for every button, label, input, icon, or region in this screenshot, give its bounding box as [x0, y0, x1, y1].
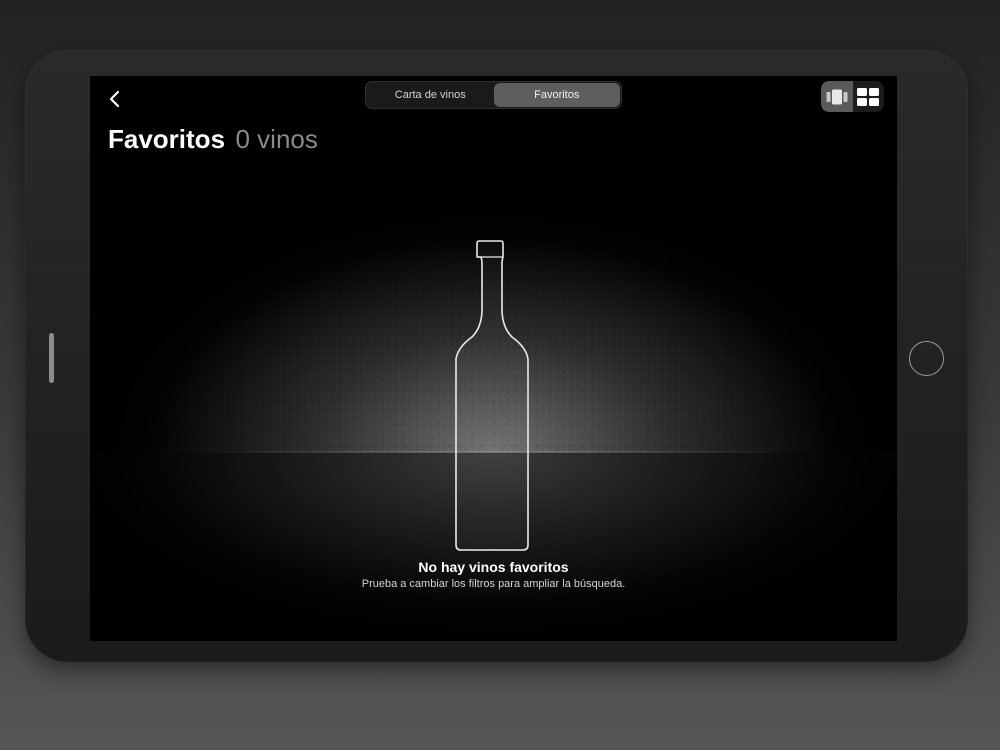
empty-state-title: No hay vinos favoritos [418, 559, 569, 575]
carousel-view-button[interactable] [821, 81, 853, 112]
empty-state-subtitle: Prueba a cambiar los filtros para amplia… [361, 578, 626, 590]
segmented-control: Carta de vinos Favoritos [365, 81, 622, 109]
back-button[interactable] [100, 86, 128, 112]
tab-carta-de-vinos[interactable]: Carta de vinos [367, 83, 494, 107]
view-mode-toggle [821, 81, 884, 112]
page-title: Favoritos [108, 124, 226, 154]
carousel-view-icon [826, 89, 848, 104]
page-header: Favoritos 0 vinos [108, 124, 318, 155]
wine-count: 0 vinos [235, 124, 318, 154]
chevron-left-icon [109, 90, 120, 108]
app-screen: Carta de vinos Favoritos Favoritos 0 vin… [90, 76, 897, 641]
wine-bottle-illustration [455, 240, 529, 551]
side-button [49, 333, 54, 383]
grid-view-icon [857, 87, 880, 106]
grid-view-button[interactable] [853, 81, 885, 112]
tab-favoritos[interactable]: Favoritos [493, 83, 620, 107]
home-button[interactable] [909, 341, 944, 376]
